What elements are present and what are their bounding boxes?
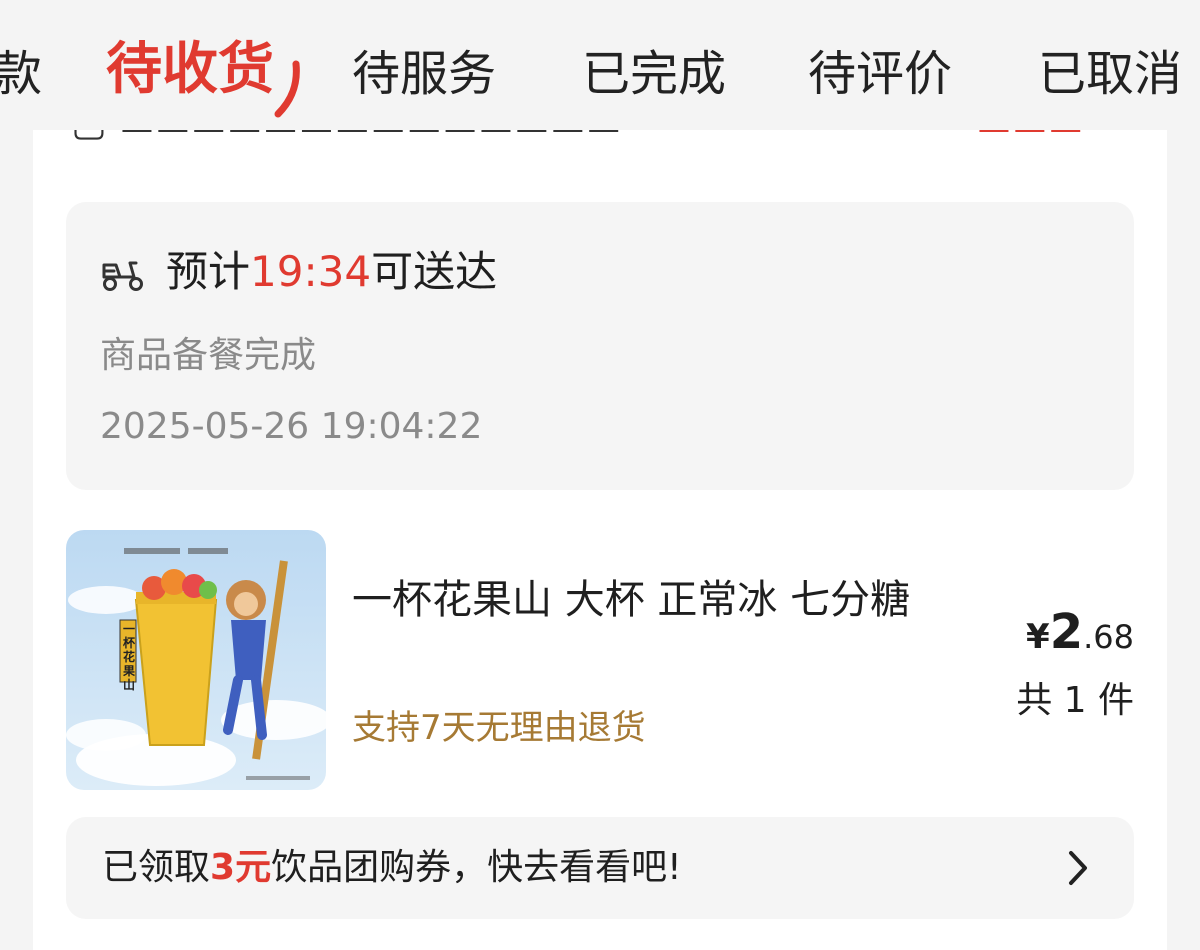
active-tab-swoosh-icon — [274, 60, 300, 118]
delivery-status-text: 商品备餐完成 — [100, 335, 317, 376]
price-decimal: .68 — [1083, 618, 1134, 656]
tab-pending-receipt[interactable]: 待收货 — [106, 38, 274, 102]
eta-prefix: 预计 — [166, 247, 251, 296]
delivery-status-timestamp: 2025-05-26 19:04:22 — [100, 406, 483, 447]
order-status-tabs: 款 待收货 待服务 已完成 待评价 已取消 — [0, 0, 1200, 140]
eta-suffix: 可送达 — [371, 247, 498, 296]
coupon-prefix: 已领取 — [102, 847, 211, 888]
product-price: ¥2.68 — [1026, 602, 1134, 667]
product-name[interactable]: 一杯花果山 大杯 正常冰 七分糖 — [352, 572, 952, 628]
store-row-clipped: ▢ ▬▬▬▬▬▬▬▬▬▬▬▬▬▬ ▬▬▬ — [33, 130, 1167, 144]
return-policy-badge: 支持7天无理由退货 — [352, 708, 646, 748]
coupon-banner[interactable]: 已领取3元饮品团购券，快去看看吧! — [66, 817, 1134, 919]
coupon-text: 已领取3元饮品团购券，快去看看吧! — [102, 843, 682, 893]
store-name-clipped: ▢ ▬▬▬▬▬▬▬▬▬▬▬▬▬▬ — [71, 130, 622, 144]
product-image[interactable]: 一杯花果山 — [66, 530, 326, 790]
tab-completed[interactable]: 已完成 — [582, 42, 726, 106]
tab-pending-service[interactable]: 待服务 — [352, 42, 496, 106]
product-drink-illustration — [66, 530, 326, 790]
store-status-clipped: ▬▬▬ — [976, 130, 1084, 144]
product-cup-label: 一杯花果山 — [122, 622, 135, 692]
coupon-amount: 3元 — [210, 847, 272, 888]
scooter-icon — [102, 261, 143, 291]
tab-cancelled[interactable]: 已取消 — [1038, 42, 1182, 106]
delivery-eta: 预计19:34可送达 — [166, 244, 497, 300]
tab-pending-review[interactable]: 待评价 — [808, 42, 952, 106]
coupon-suffix: 饮品团购券，快去看看吧! — [271, 847, 682, 888]
product-quantity: 共 1 件 — [1016, 680, 1134, 721]
price-currency: ¥ — [1026, 617, 1050, 657]
price-integer: 2 — [1049, 604, 1084, 660]
tab-partial[interactable]: 款 — [0, 42, 42, 106]
eta-time: 19:34 — [250, 247, 372, 296]
chevron-right-icon[interactable] — [1066, 849, 1090, 887]
